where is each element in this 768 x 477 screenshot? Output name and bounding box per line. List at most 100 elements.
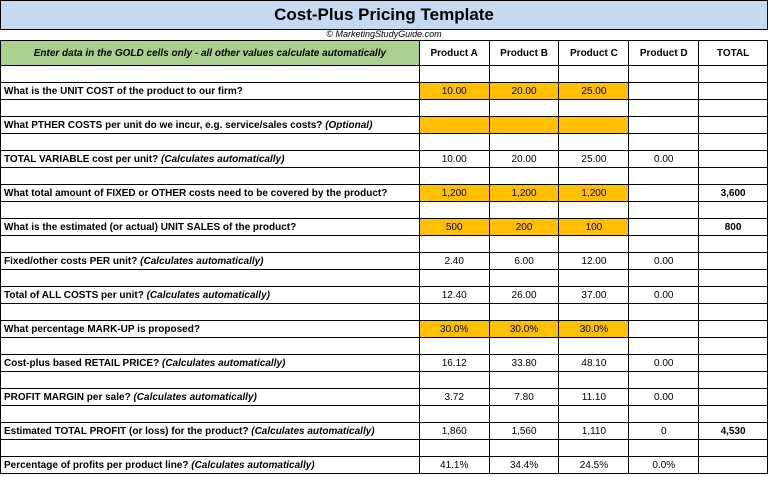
- spacer-cell: [558, 65, 630, 83]
- row-label-text: PROFIT MARGIN per sale?: [4, 391, 131, 403]
- row-label-text: Total of ALL COSTS per unit?: [4, 289, 144, 301]
- spacer-cell: [418, 405, 490, 423]
- spacer-cell: [418, 269, 490, 287]
- spacer-cell: [698, 337, 768, 355]
- input-cell-product-c[interactable]: 25.00: [558, 82, 630, 100]
- spacer-cell: [628, 201, 700, 219]
- spacer-cell: [418, 439, 490, 457]
- row-label-text: TOTAL VARIABLE cost per unit?: [4, 153, 159, 165]
- total-cell: [698, 252, 768, 270]
- spacer-row: [0, 65, 768, 83]
- pricing-table-body: Enter data in the GOLD cells only - all …: [0, 40, 768, 474]
- pricing-table: Enter data in the GOLD cells only - all …: [0, 40, 768, 474]
- spacer-cell: [418, 201, 490, 219]
- spacer-cell: [488, 439, 560, 457]
- spacer-row: [0, 167, 768, 185]
- input-cell-product-a[interactable]: 30.0%: [418, 320, 490, 338]
- input-cell-product-b[interactable]: [488, 116, 560, 134]
- instruction-banner: Enter data in the GOLD cells only - all …: [0, 40, 420, 66]
- input-cell-product-b[interactable]: 1,200: [488, 184, 560, 202]
- spacer-cell: [558, 133, 630, 151]
- spacer-cell: [0, 201, 420, 219]
- spacer-cell: [628, 99, 700, 117]
- input-cell-product-a[interactable]: 500: [418, 218, 490, 236]
- spacer-row: [0, 201, 768, 219]
- spacer-cell: [698, 99, 768, 117]
- total-cell: 800: [698, 218, 768, 236]
- spacer-cell: [488, 303, 560, 321]
- value-cell-product-c: 1,110: [558, 422, 630, 440]
- row-label-note: (Calculates automatically): [161, 357, 286, 369]
- header-product-c: Product C: [558, 40, 630, 66]
- spacer-cell: [488, 99, 560, 117]
- spacer-cell: [628, 235, 700, 253]
- total-cell: [698, 286, 768, 304]
- value-cell-product-a: 41.1%: [418, 456, 490, 474]
- table-row: Total of ALL COSTS per unit? (Calculates…: [0, 286, 768, 304]
- table-row: Estimated TOTAL PROFIT (or loss) for the…: [0, 422, 768, 440]
- input-cell-product-a[interactable]: 1,200: [418, 184, 490, 202]
- spacer-cell: [698, 371, 768, 389]
- row-label: What PTHER COSTS per unit do we incur, e…: [0, 116, 420, 134]
- row-label-text: What total amount of FIXED or OTHER cost…: [4, 187, 388, 199]
- input-cell-product-b[interactable]: 200: [488, 218, 560, 236]
- spacer-cell: [558, 99, 630, 117]
- input-cell-product-a[interactable]: [418, 116, 490, 134]
- spacer-cell: [488, 337, 560, 355]
- input-cell-product-c[interactable]: 100: [558, 218, 630, 236]
- spacer-cell: [418, 99, 490, 117]
- header-product-b: Product B: [488, 40, 560, 66]
- row-label-note: (Calculates automatically): [133, 391, 257, 403]
- copyright-notice: © MarketingStudyGuide.com: [326, 29, 442, 39]
- value-cell-product-b: 7.80: [488, 388, 560, 406]
- page-title: Cost-Plus Pricing Template: [0, 0, 768, 30]
- spacer-cell: [558, 439, 630, 457]
- spacer-cell: [628, 65, 700, 83]
- row-label-note: (Calculates automatically): [146, 289, 270, 301]
- total-cell: 4,530: [698, 422, 768, 440]
- row-label-text: Cost-plus based RETAIL PRICE?: [4, 357, 160, 369]
- spacer-cell: [628, 167, 700, 185]
- spacer-cell: [558, 303, 630, 321]
- row-label-text: What PTHER COSTS per unit do we incur, e…: [4, 119, 323, 131]
- value-cell-product-d: 0.00: [628, 252, 700, 270]
- spacer-cell: [698, 201, 768, 219]
- spacer-row: [0, 371, 768, 389]
- row-label: Fixed/other costs PER unit? (Calculates …: [0, 252, 420, 270]
- spacer-cell: [0, 439, 420, 457]
- row-label-text: Fixed/other costs PER unit?: [4, 255, 138, 267]
- input-cell-product-b[interactable]: 30.0%: [488, 320, 560, 338]
- spacer-cell: [488, 65, 560, 83]
- row-label: TOTAL VARIABLE cost per unit? (Calculate…: [0, 150, 420, 168]
- spacer-cell: [558, 337, 630, 355]
- row-label: What total amount of FIXED or OTHER cost…: [0, 184, 420, 202]
- value-cell-product-b: 33.80: [488, 354, 560, 372]
- value-cell-product-a: 10.00: [418, 150, 490, 168]
- row-label: What is the estimated (or actual) UNIT S…: [0, 218, 420, 236]
- total-cell: [698, 388, 768, 406]
- spacer-cell: [698, 235, 768, 253]
- row-label: What percentage MARK-UP is proposed?: [0, 320, 420, 338]
- spacer-row: [0, 405, 768, 423]
- spacer-cell: [0, 371, 420, 389]
- header-row: Enter data in the GOLD cells only - all …: [0, 40, 768, 66]
- table-row: What is the UNIT COST of the product to …: [0, 82, 768, 100]
- spacer-cell: [418, 65, 490, 83]
- spacer-cell: [698, 439, 768, 457]
- input-cell-product-c[interactable]: 30.0%: [558, 320, 630, 338]
- spacer-cell: [558, 201, 630, 219]
- row-label-note: (Calculates automatically): [161, 153, 285, 165]
- input-cell-product-c[interactable]: [558, 116, 630, 134]
- spacer-cell: [488, 167, 560, 185]
- input-cell-product-b[interactable]: 20.00: [488, 82, 560, 100]
- total-cell: [698, 82, 768, 100]
- spacer-row: [0, 269, 768, 287]
- value-cell-product-b: 1,560: [488, 422, 560, 440]
- input-cell-product-c[interactable]: 1,200: [558, 184, 630, 202]
- spacer-cell: [628, 405, 700, 423]
- spacer-cell: [698, 65, 768, 83]
- input-cell-product-a[interactable]: 10.00: [418, 82, 490, 100]
- value-cell-product-d: [628, 116, 700, 134]
- row-label-note: (Calculates automatically): [251, 425, 375, 437]
- spacer-cell: [698, 269, 768, 287]
